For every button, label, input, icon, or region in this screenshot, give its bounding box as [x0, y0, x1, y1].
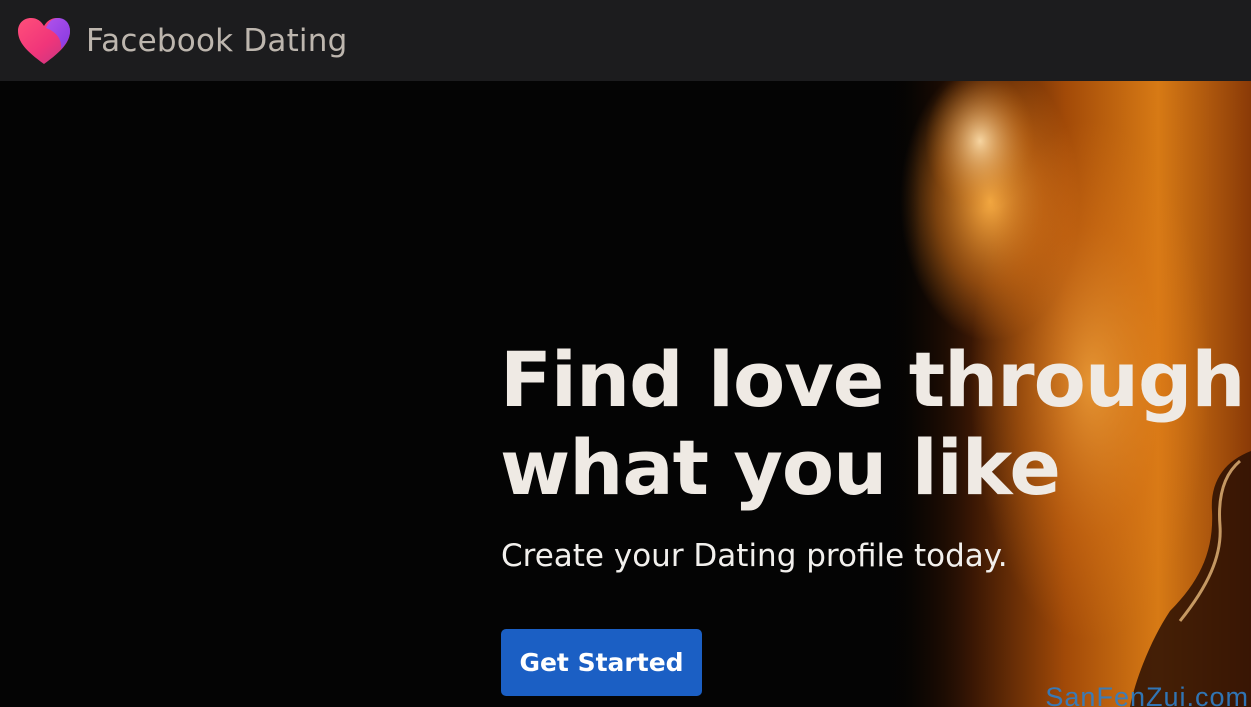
hero-headline: Find love through what you like [500, 335, 1245, 512]
heart-icon[interactable] [16, 16, 72, 66]
headline-line-2: what you like [500, 423, 1061, 512]
watermark: SanFenZui.com [1045, 682, 1249, 707]
top-bar: Facebook Dating [0, 0, 1251, 81]
get-started-button[interactable]: Get Started [501, 629, 702, 696]
headline-line-1: Find love through [500, 335, 1245, 424]
hero-section: Find love through what you like Create y… [0, 81, 1251, 707]
hero-subheading: Create your Dating profile today. [501, 538, 1008, 574]
brand-name[interactable]: Facebook Dating [86, 23, 347, 59]
